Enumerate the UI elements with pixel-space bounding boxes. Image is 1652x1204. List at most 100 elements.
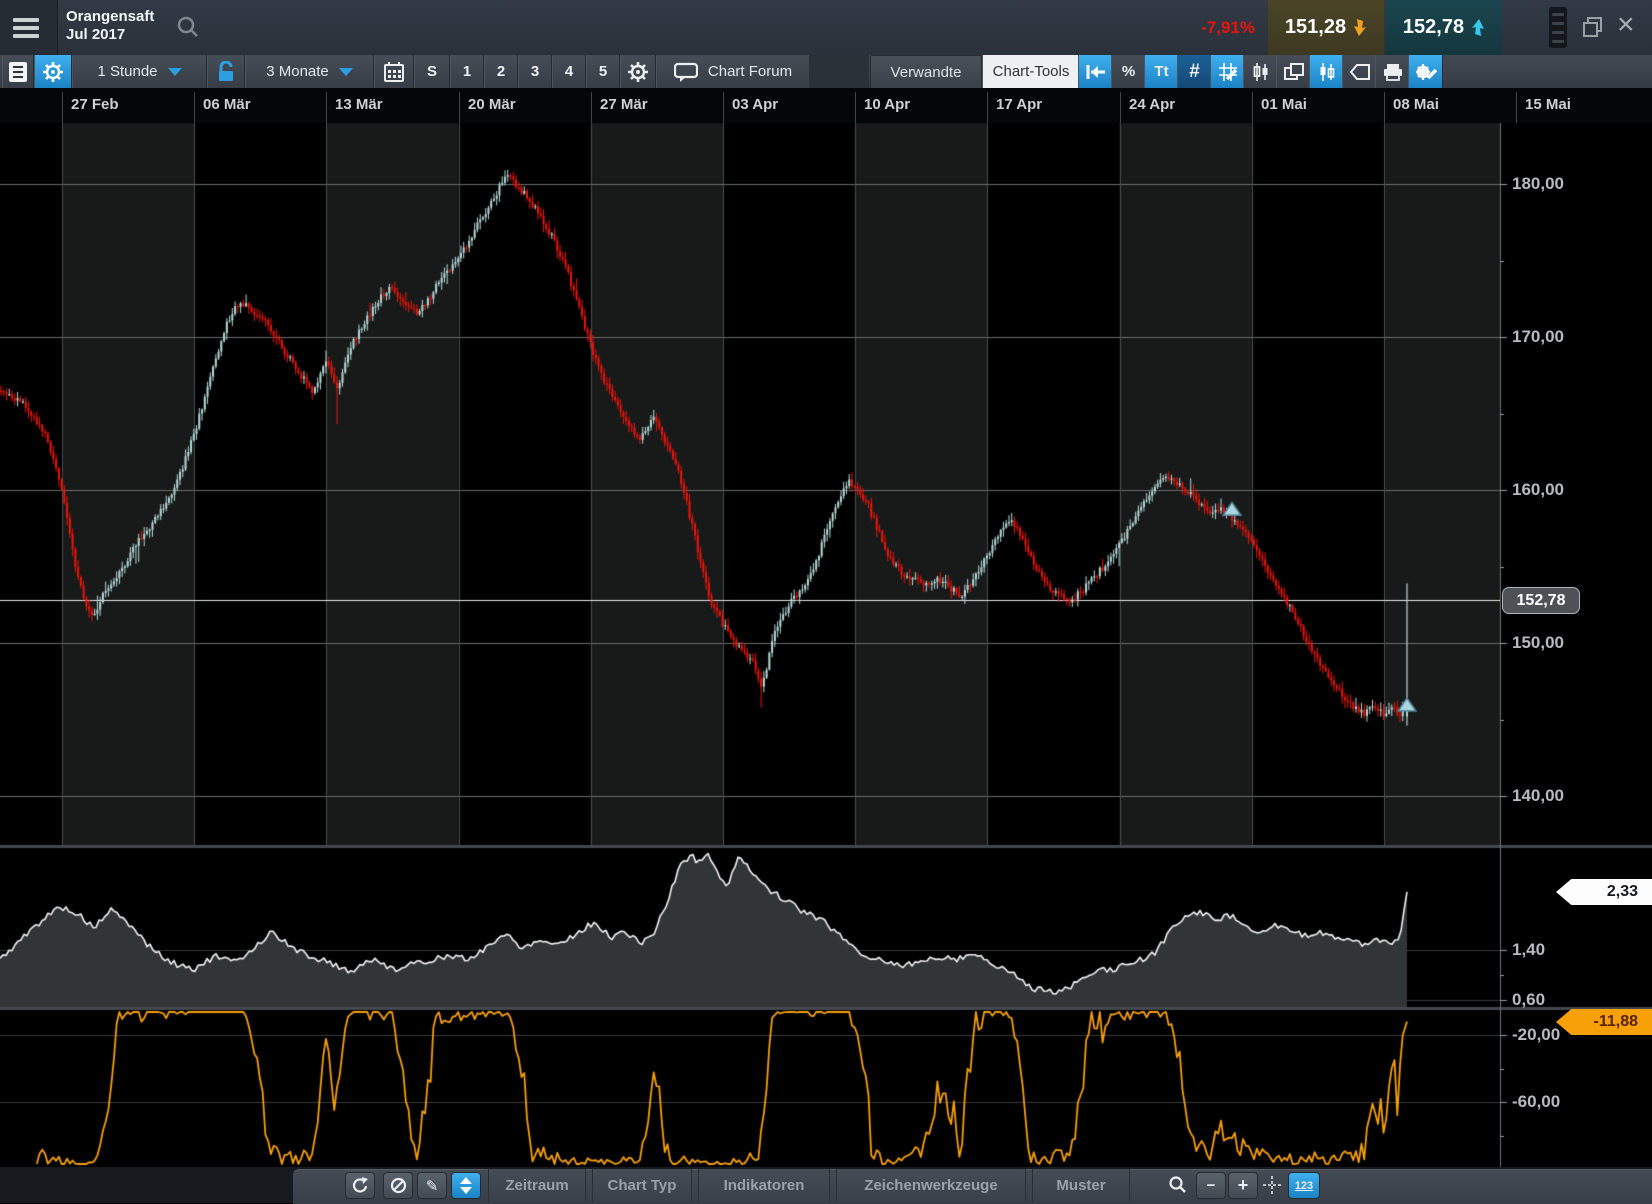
step-button-5[interactable]: 5 [586,55,620,88]
print-tool-icon [1383,63,1403,81]
panel-drag-grip[interactable] [1549,7,1567,48]
menu-button-zeitraum[interactable]: Zeitraum [488,1169,586,1201]
date-divider [194,92,195,123]
grid-style-tool-icon [1218,62,1238,82]
windows-tool-icon [1284,63,1304,81]
chart-canvas[interactable] [0,0,1652,1203]
related-instruments-button[interactable]: Verwandte [870,55,982,90]
tool-settings-button[interactable] [1408,55,1443,88]
date-range-button[interactable] [374,55,414,88]
atr-axis-label: 1,40 [1512,940,1545,960]
percent-tool-button[interactable]: % [1111,55,1146,88]
chart-settings-button[interactable] [34,55,72,88]
date-label-7: 10 Apr [864,96,910,113]
price-axis-label: 180,00 [1512,174,1564,194]
date-label-5: 27 Mär [600,96,648,113]
callout-tool-button[interactable] [1342,55,1377,88]
date-label-11: 08 Mai [1393,96,1439,113]
refresh-icon [352,1177,369,1194]
interval-value: 1 Stunde [97,63,157,80]
values-123-icon: 123 [1295,1180,1313,1192]
chart-tools-tab[interactable]: Chart-Tools [982,55,1080,88]
date-label-2: 06 Mär [203,96,251,113]
grid-style-tool-button[interactable] [1210,55,1245,88]
menu-button-muster[interactable]: Muster [1032,1169,1130,1201]
up-down-arrows-icon [460,1177,472,1194]
zoom-in-button[interactable]: + [1228,1172,1258,1199]
buy-price-button[interactable]: 152,78 [1386,0,1502,55]
hamburger-menu-icon[interactable] [13,14,39,42]
williams-r-value-badge: -11,88 [1556,1009,1652,1035]
date-label-3: 13 Mär [335,96,383,113]
interval-dropdown[interactable]: 1 Stunde [72,55,207,88]
panel-toggle-button[interactable] [451,1172,481,1199]
step-button-3[interactable]: 3 [518,55,552,88]
price-axis-label: 150,00 [1512,633,1564,653]
instrument-subtitle: Jul 2017 [66,26,154,44]
wpr-axis-label: -60,00 [1512,1092,1560,1112]
compare-tool-button[interactable] [1309,55,1344,88]
chart-forum-button[interactable]: Chart Forum [656,55,810,88]
windows-tool-button[interactable] [1276,55,1311,88]
forum-settings-button[interactable] [620,55,656,88]
date-divider [1252,92,1253,123]
order-ticket-button[interactable] [2,55,34,88]
price-up-arrow-icon [1471,19,1485,36]
step-button-1[interactable]: 1 [450,55,484,88]
magnifier-icon [1169,1176,1187,1194]
close-icon[interactable]: × [1617,8,1635,42]
step-button-4[interactable]: 4 [552,55,586,88]
atr-value-badge: 2,33 [1556,879,1652,905]
zoom-out-button[interactable]: − [1196,1172,1226,1199]
date-divider [1120,92,1121,123]
date-axis[interactable]: 27 Feb06 Mär13 Mär20 Mär27 Mär03 Apr10 A… [0,88,1652,123]
sell-price-button[interactable]: 151,28 [1268,0,1384,55]
chart-toolbar: 1 Stunde 3 Monate Chart Forum Verwandte … [0,55,1652,89]
refresh-button[interactable] [345,1172,375,1199]
menu-button-indikatoren[interactable]: Indikatoren [698,1169,830,1201]
bottom-toolbar: ✎ − + 123 ZeitraumChart TypIndikatorenZe… [0,1167,1652,1203]
date-divider [591,92,592,123]
date-label-1: 27 Feb [71,96,119,113]
restore-window-icon[interactable] [1580,14,1606,40]
clear-drawings-button[interactable] [383,1172,413,1199]
chart-forum-label: Chart Forum [708,63,792,80]
callout-tool-icon [1349,63,1371,81]
date-label-9: 24 Apr [1129,96,1175,113]
date-divider [326,92,327,123]
minus-icon: − [1207,1177,1216,1194]
crosshair-button[interactable] [1258,1172,1286,1197]
buy-price-value: 152,78 [1403,16,1464,39]
list-icon [8,60,28,84]
date-divider [1516,92,1517,123]
date-label-12: 15 Mai [1525,96,1571,113]
lock-scale-button[interactable] [207,55,245,88]
atr-value: 2,33 [1607,883,1638,901]
range-dropdown[interactable]: 3 Monate [245,55,374,88]
print-tool-button[interactable] [1375,55,1410,88]
step-button-2[interactable]: 2 [484,55,518,88]
toolbar-gap [809,55,869,88]
williams-r-value: -11,88 [1594,1013,1638,1031]
back-arrow-icon-button[interactable] [1078,55,1113,88]
search-icon[interactable] [176,15,200,39]
date-divider [987,92,988,123]
date-label-8: 17 Apr [996,96,1042,113]
change-percent: -7,91% [1120,18,1255,38]
grid-tool-button[interactable]: # [1177,55,1212,88]
zoom-button[interactable] [1164,1172,1192,1197]
menu-button-zeichenwerkzeuge[interactable]: Zeichenwerkzeuge [836,1169,1026,1201]
text-tool-button[interactable]: Tt [1144,55,1179,88]
tool-settings-icon [1415,62,1437,82]
wpr-axis-label: -20,00 [1512,1025,1560,1045]
date-label-10: 01 Mai [1261,96,1307,113]
show-values-button[interactable]: 123 [1288,1172,1320,1199]
menu-button-chart-typ[interactable]: Chart Typ [592,1169,692,1201]
candlestick-tool-button[interactable] [1243,55,1278,88]
range-value: 3 Monate [266,63,329,80]
candlestick-tool-icon [1251,62,1271,82]
compare-tool-icon [1317,62,1337,82]
draw-button[interactable]: ✎ [417,1172,447,1199]
pencil-icon: ✎ [426,1177,439,1195]
step-button-s[interactable]: S [414,55,450,88]
